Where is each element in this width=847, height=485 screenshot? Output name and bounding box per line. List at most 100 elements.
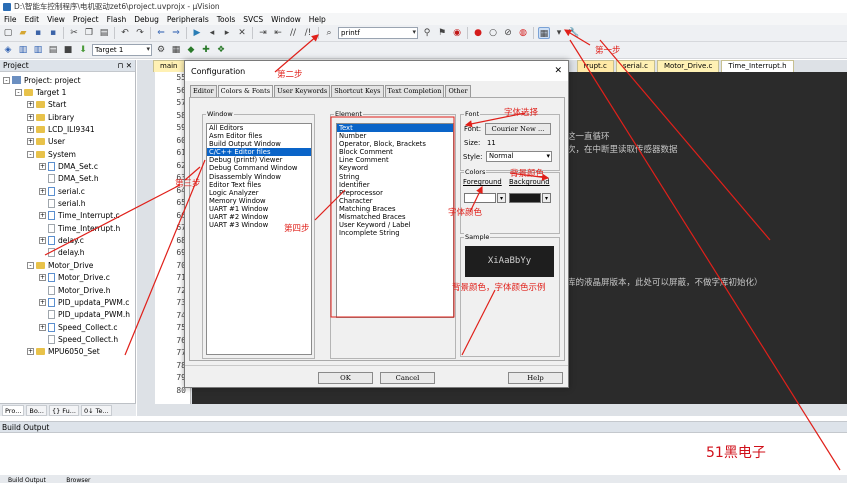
tab-shortcut-keys[interactable]: Shortcut Keys [331, 85, 384, 97]
collapse-icon[interactable]: - [15, 89, 22, 97]
software-packs-icon[interactable]: ❖ [215, 44, 227, 56]
find-icon[interactable]: ⚲ [421, 27, 433, 39]
open-folder-icon[interactable]: ▰ [17, 27, 29, 39]
bookmark-prev-icon[interactable]: ◂ [206, 27, 218, 39]
foreground-color-swatch[interactable] [464, 193, 496, 203]
expand-icon[interactable]: + [39, 163, 46, 171]
element-list-item[interactable]: Keyword [337, 164, 453, 172]
element-list-item[interactable]: Identifier [337, 181, 453, 189]
element-list-item[interactable]: Line Comment [337, 156, 453, 164]
tab-other[interactable]: Other [445, 85, 471, 97]
window-list-item[interactable]: Debug Command Window [207, 164, 311, 172]
menu-help[interactable]: Help [309, 15, 326, 24]
uncomment-icon[interactable]: /! [302, 27, 314, 39]
target-combo[interactable]: Target 1 [92, 44, 152, 56]
tree-item[interactable]: + serial.c [0, 185, 135, 197]
tree-item[interactable]: + Motor_Drive.c [0, 272, 135, 284]
background-color-swatch[interactable] [509, 193, 541, 203]
paste-icon[interactable]: ▤ [98, 27, 110, 39]
element-list-item[interactable]: Mismatched Braces [337, 213, 453, 221]
window-listbox[interactable]: All Editors Asm Editor files Build Output … [206, 123, 312, 355]
element-list-item[interactable]: Incomplete String [337, 229, 453, 237]
tree-item[interactable]: Speed_Collect.h [0, 333, 135, 345]
window-list-item[interactable]: Memory Window [207, 197, 311, 205]
window-list-item[interactable]: All Editors [207, 124, 311, 132]
tab-user-keywords[interactable]: User Keywords [274, 85, 331, 97]
element-list-item[interactable]: Block Comment [337, 148, 453, 156]
file-tab-serial-c[interactable]: serial.c [615, 60, 655, 72]
style-select[interactable]: Normal [486, 151, 552, 162]
expand-icon[interactable]: + [27, 101, 34, 109]
bookmark-clear-icon[interactable]: ✕ [236, 27, 248, 39]
tab-project[interactable]: Pro... [2, 404, 25, 416]
expand-icon[interactable]: + [39, 323, 46, 331]
window-list-item[interactable]: UART #1 Window [207, 205, 311, 213]
font-picker-button[interactable]: Courier New ... [485, 123, 551, 135]
tab-templates[interactable]: 0↓ Te... [80, 404, 112, 416]
download-icon[interactable]: ⬇ [77, 44, 89, 56]
tab-text-completion[interactable]: Text Completion [384, 85, 445, 97]
tree-item[interactable]: DMA_Set.h [0, 173, 135, 185]
menu-svcs[interactable]: SVCS [243, 15, 263, 24]
select-pack-icon[interactable]: ✚ [200, 44, 212, 56]
tab-colors-fonts[interactable]: Colors & Fonts [217, 85, 274, 97]
element-list-item[interactable]: User Keyword / Label [337, 221, 453, 229]
element-list-item[interactable]: Preprocessor [337, 189, 453, 197]
batch-build-icon[interactable]: ▤ [47, 44, 59, 56]
element-list-item[interactable]: Operator, Block, Brackets [337, 140, 453, 148]
window-list-item[interactable]: C/C++ Editor files [207, 148, 311, 157]
layout-dropdown-icon[interactable]: ▾ [553, 27, 565, 39]
translate-icon[interactable]: ◈ [2, 44, 14, 56]
tab-editor[interactable]: Editor [190, 85, 217, 97]
collapse-icon[interactable]: - [27, 261, 34, 269]
menu-flash[interactable]: Flash [107, 15, 127, 24]
element-list-item[interactable]: Character [337, 197, 453, 205]
undo-icon[interactable]: ↶ [119, 27, 131, 39]
expand-icon[interactable]: + [27, 348, 34, 356]
nav-back-icon[interactable]: ⇐ [155, 27, 167, 39]
save-icon[interactable]: ▪ [32, 27, 44, 39]
save-all-icon[interactable]: ▪ [47, 27, 59, 39]
file-extensions-icon[interactable]: ▦ [170, 44, 182, 56]
cancel-button[interactable]: Cancel [380, 372, 435, 384]
breakpoint-kill-icon[interactable]: ◍ [517, 27, 529, 39]
element-listbox[interactable]: Text Number Operator, Block, Brackets Block… [336, 123, 454, 318]
tree-item[interactable]: PID_updata_PWM.h [0, 309, 135, 321]
tab-functions[interactable]: {} Fu... [48, 404, 79, 416]
menu-view[interactable]: View [47, 15, 65, 24]
breakpoint-clear-icon[interactable]: ⊘ [502, 27, 514, 39]
configuration-wrench-icon[interactable]: 🔧 [568, 27, 580, 39]
element-list-item[interactable]: Number [337, 132, 453, 140]
unindent-icon[interactable]: ⇤ [272, 27, 284, 39]
tree-item[interactable]: + Speed_Collect.c [0, 321, 135, 333]
tree-item[interactable]: Motor_Drive.h [0, 284, 135, 296]
build-icon[interactable]: ▥ [17, 44, 29, 56]
bookmark-next-icon[interactable]: ▸ [221, 27, 233, 39]
collapse-icon[interactable]: - [27, 150, 34, 158]
element-list-item[interactable]: Matching Braces [337, 205, 453, 213]
file-tab-main[interactable]: main [153, 60, 185, 72]
dialog-close-icon[interactable]: ✕ [554, 66, 562, 76]
window-layout-icon[interactable]: ▦ [538, 27, 550, 39]
menu-edit[interactable]: Edit [25, 15, 40, 24]
expand-icon[interactable]: + [39, 187, 46, 195]
window-list-item[interactable]: Build Output Window [207, 140, 311, 148]
tab-books[interactable]: Bo... [26, 404, 47, 416]
menu-peripherals[interactable]: Peripherals [167, 15, 209, 24]
nav-forward-icon[interactable]: ⇒ [170, 27, 182, 39]
expand-icon[interactable]: + [27, 138, 34, 146]
file-tab-motor-drive-c[interactable]: Motor_Drive.c [656, 60, 720, 72]
expand-icon[interactable]: + [27, 113, 34, 121]
menu-debug[interactable]: Debug [134, 15, 159, 24]
manage-rte-icon[interactable]: ◆ [185, 44, 197, 56]
panel-pin-close-icon[interactable]: ⊓ ✕ [117, 61, 132, 70]
tree-item[interactable]: + DMA_Set.c [0, 160, 135, 172]
tree-item[interactable]: + Start [0, 99, 135, 111]
copy-icon[interactable]: ❐ [83, 27, 95, 39]
file-tab-time-interrupt-h[interactable]: Time_Interrupt.h [721, 60, 794, 72]
comment-icon[interactable]: // [287, 27, 299, 39]
expand-icon[interactable]: + [39, 212, 46, 220]
tree-item[interactable]: Time_Interrupt.h [0, 222, 135, 234]
tree-item[interactable]: + MPU6050_Set [0, 346, 135, 358]
tree-item[interactable]: + delay.c [0, 234, 135, 246]
